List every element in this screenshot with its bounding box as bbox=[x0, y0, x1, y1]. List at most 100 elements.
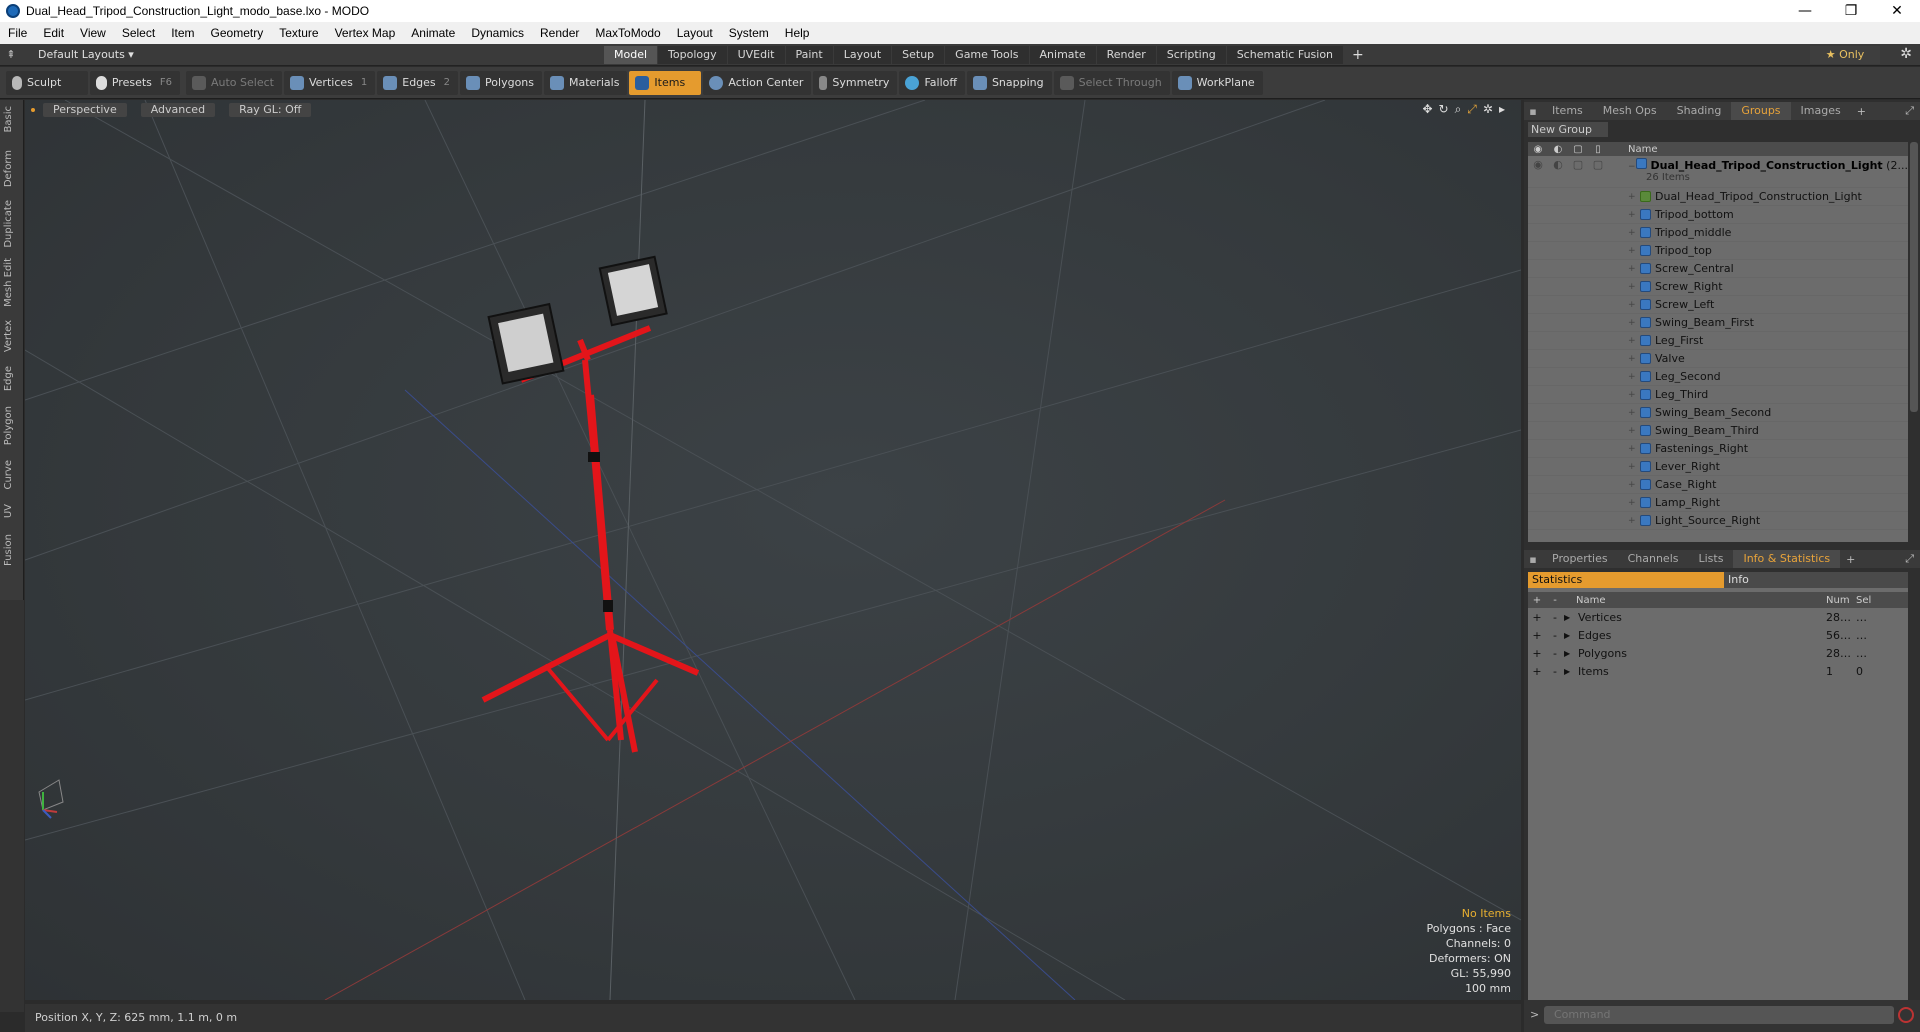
action-center-button[interactable]: Action Center bbox=[703, 70, 812, 95]
rotate-icon[interactable]: ↻ bbox=[1439, 102, 1449, 117]
expand-arrow-icon[interactable]: + bbox=[1628, 282, 1640, 292]
menu-maxtomodo[interactable]: MaxToModo bbox=[587, 26, 668, 40]
menu-layout[interactable]: Layout bbox=[669, 26, 721, 40]
view-type-dropdown[interactable]: Perspective bbox=[43, 103, 127, 117]
tab-mesh-ops[interactable]: Mesh Ops bbox=[1593, 102, 1667, 120]
gear-icon[interactable]: ✲ bbox=[1900, 46, 1912, 62]
expand-arrow-icon[interactable]: + bbox=[1628, 300, 1640, 310]
panel-grip-icon[interactable]: ▪ bbox=[1524, 105, 1542, 118]
menu-select[interactable]: Select bbox=[114, 26, 163, 40]
remove-icon[interactable]: - bbox=[1546, 611, 1564, 624]
expand-arrow-icon[interactable]: + bbox=[1628, 426, 1640, 436]
remove-icon[interactable]: - bbox=[1546, 595, 1564, 606]
expand-arrow-icon[interactable]: ▶ bbox=[1564, 667, 1578, 676]
expand-arrow-icon[interactable]: ▶ bbox=[1564, 649, 1578, 658]
tab-render[interactable]: Render bbox=[1096, 45, 1156, 64]
table-row[interactable]: + - ▶ Edges 56…… bbox=[1528, 626, 1908, 644]
raygl-toggle[interactable]: Ray GL: Off bbox=[229, 103, 312, 117]
add-icon[interactable]: + bbox=[1528, 665, 1546, 678]
list-item[interactable]: + Dual_Head_Tripod_Construction_Light bbox=[1528, 188, 1908, 206]
list-item[interactable]: + Light_Source_Right bbox=[1528, 512, 1908, 530]
tab-game-tools[interactable]: Game Tools bbox=[945, 45, 1029, 64]
list-item[interactable]: + Leg_First bbox=[1528, 332, 1908, 350]
polygons-button[interactable]: Polygons bbox=[460, 70, 542, 95]
tab-groups[interactable]: Groups bbox=[1731, 102, 1791, 120]
tab-uvedit[interactable]: UVEdit bbox=[727, 45, 785, 64]
snapping-button[interactable]: Snapping bbox=[966, 70, 1052, 95]
record-icon[interactable] bbox=[1898, 1007, 1914, 1023]
menu-geometry[interactable]: Geometry bbox=[203, 26, 272, 40]
tab-setup[interactable]: Setup bbox=[892, 45, 945, 64]
materials-button[interactable]: Materials bbox=[544, 70, 628, 95]
expand-arrow-icon[interactable]: ▶ bbox=[1564, 631, 1578, 640]
tab-uv[interactable]: UV bbox=[3, 504, 14, 518]
eye-icon[interactable]: ◉ bbox=[1528, 158, 1548, 171]
command-input[interactable] bbox=[1544, 1006, 1894, 1024]
falloff-button[interactable]: Falloff bbox=[899, 70, 965, 95]
add-panel-tab-button[interactable]: + bbox=[1851, 105, 1872, 118]
statistics-subtab[interactable]: Statistics bbox=[1528, 572, 1724, 588]
workplane-button[interactable]: WorkPlane bbox=[1171, 70, 1263, 95]
list-item[interactable]: + Tripod_middle bbox=[1528, 224, 1908, 242]
tab-paint[interactable]: Paint bbox=[785, 45, 833, 64]
list-item[interactable]: + Screw_Right bbox=[1528, 278, 1908, 296]
expand-arrow-icon[interactable]: + bbox=[1628, 264, 1640, 274]
tab-images[interactable]: Images bbox=[1791, 102, 1851, 120]
expand-arrow-icon[interactable]: + bbox=[1628, 354, 1640, 364]
tab-animate[interactable]: Animate bbox=[1029, 45, 1096, 64]
presets-button[interactable]: Presets F6 bbox=[90, 70, 180, 95]
tab-shading[interactable]: Shading bbox=[1667, 102, 1732, 120]
tab-info-statistics[interactable]: Info & Statistics bbox=[1733, 550, 1841, 568]
expand-arrow-icon[interactable]: + bbox=[1628, 372, 1640, 382]
expand-arrow-icon[interactable]: + bbox=[1628, 390, 1640, 400]
settings-icon[interactable]: ✲ bbox=[1483, 102, 1493, 117]
expand-arrow-icon[interactable]: + bbox=[1628, 336, 1640, 346]
tab-items[interactable]: Items bbox=[1542, 102, 1593, 120]
menu-view[interactable]: View bbox=[72, 26, 114, 40]
edges-button[interactable]: Edges 2 bbox=[377, 70, 459, 95]
menu-system[interactable]: System bbox=[721, 26, 777, 40]
expand-arrow-icon[interactable]: + bbox=[1628, 246, 1640, 256]
remove-icon[interactable]: - bbox=[1546, 665, 1564, 678]
list-item[interactable]: + Screw_Left bbox=[1528, 296, 1908, 314]
minimize-button[interactable]: — bbox=[1782, 0, 1828, 22]
tab-deform[interactable]: Deform bbox=[3, 150, 14, 187]
render-icon[interactable]: ◐ bbox=[1548, 158, 1568, 171]
list-item[interactable]: + Case_Right bbox=[1528, 476, 1908, 494]
table-row[interactable]: + - ▶ Vertices 28…… bbox=[1528, 608, 1908, 626]
list-item[interactable]: + Lever_Right bbox=[1528, 458, 1908, 476]
tab-edge[interactable]: Edge bbox=[3, 366, 14, 391]
list-item[interactable]: + Swing_Beam_Third bbox=[1528, 422, 1908, 440]
table-row[interactable]: + - ▶ Items 1 0 bbox=[1528, 662, 1908, 680]
tab-channels[interactable]: Channels bbox=[1618, 550, 1689, 568]
add-icon[interactable]: + bbox=[1528, 647, 1546, 660]
auto-select-button[interactable]: Auto Select bbox=[186, 70, 282, 95]
root-group-row[interactable]: ◉ ◐ ▢ ▢ − Dual_Head_Tripod_Construction_Ligh… bbox=[1528, 156, 1908, 188]
3d-viewport[interactable]: Perspective Advanced Ray GL: Off ✥ ↻ ⌕ ⤢… bbox=[25, 100, 1521, 1000]
expand-arrow-icon[interactable]: ▶ bbox=[1564, 613, 1578, 622]
list-item[interactable]: + Valve bbox=[1528, 350, 1908, 368]
select-toggle-icon[interactable]: ▢ bbox=[1588, 158, 1608, 171]
menu-help[interactable]: Help bbox=[777, 26, 818, 40]
shading-dropdown[interactable]: Advanced bbox=[140, 103, 216, 117]
only-button[interactable]: ★ Only bbox=[1810, 46, 1880, 64]
menu-animate[interactable]: Animate bbox=[403, 26, 463, 40]
vertices-button[interactable]: Vertices 1 bbox=[283, 70, 376, 95]
lock-icon[interactable]: ▢ bbox=[1568, 158, 1588, 171]
expand-arrow-icon[interactable]: + bbox=[1628, 498, 1640, 508]
menu-texture[interactable]: Texture bbox=[271, 26, 326, 40]
tab-polygon[interactable]: Polygon bbox=[3, 406, 14, 445]
add-icon[interactable]: + bbox=[1528, 611, 1546, 624]
remove-icon[interactable]: - bbox=[1546, 629, 1564, 642]
expand-arrow-icon[interactable]: + bbox=[1628, 408, 1640, 418]
expand-arrow-icon[interactable]: + bbox=[1628, 318, 1640, 328]
expand-panel-icon[interactable]: ⤢ bbox=[1905, 104, 1914, 118]
tree-scrollbar[interactable] bbox=[1910, 142, 1918, 412]
tab-vertex[interactable]: Vertex bbox=[3, 320, 14, 352]
fit-icon[interactable]: ⤢ bbox=[1467, 102, 1477, 117]
expand-panel-icon[interactable]: ⤢ bbox=[1905, 552, 1914, 566]
layouts-dropdown[interactable]: Default Layouts ▾ bbox=[22, 48, 134, 61]
menu-dynamics[interactable]: Dynamics bbox=[463, 26, 532, 40]
close-button[interactable]: ✕ bbox=[1874, 0, 1920, 22]
list-item[interactable]: + Screw_Central bbox=[1528, 260, 1908, 278]
